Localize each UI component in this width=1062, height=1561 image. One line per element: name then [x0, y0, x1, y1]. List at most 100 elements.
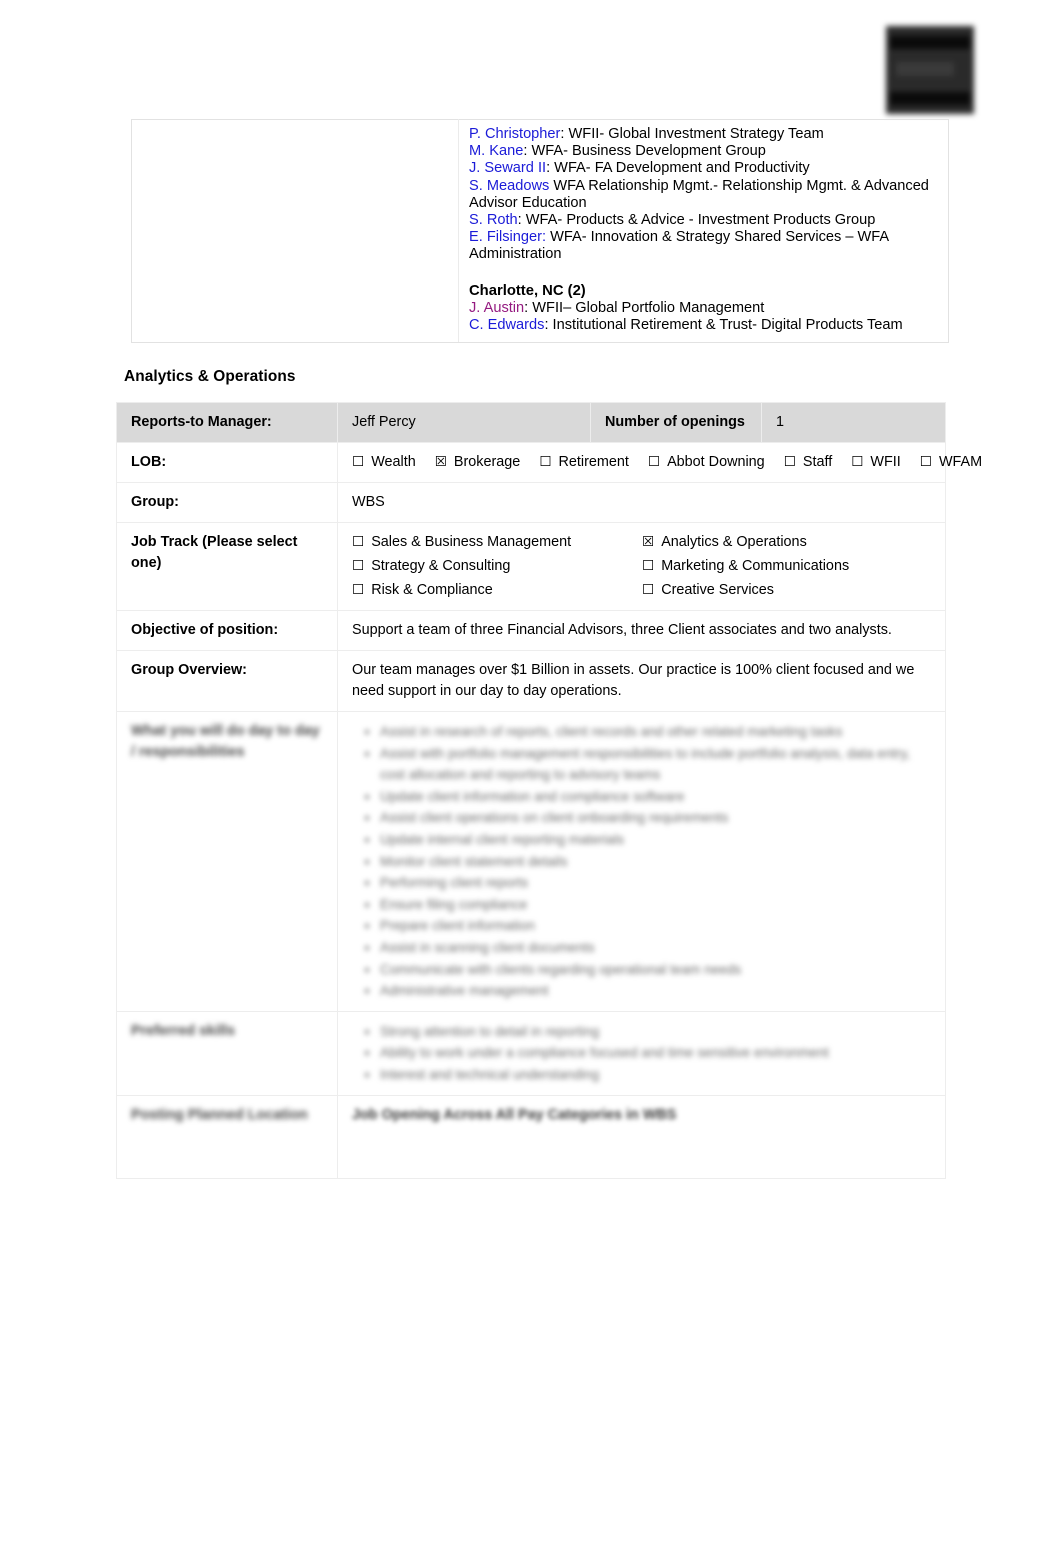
entry-separator: : [546, 160, 555, 177]
checkbox-checked-icon[interactable]: ☒ [642, 535, 654, 550]
list-item: Assist with portfolio management respons… [380, 743, 935, 786]
job-description-table: Reports-to Manager: Jeff Percy Number of… [116, 402, 982, 1179]
checkbox-label: Staff [802, 454, 833, 470]
logo-bar-top [890, 36, 970, 49]
checkbox-icon[interactable]: ☐ [648, 455, 660, 470]
objective-value: Support a team of three Financial Adviso… [337, 610, 946, 651]
entry-desc: WFII- Global Investment Strategy Team [568, 126, 824, 142]
track-checkbox-marketing-communications[interactable]: ☐ Marketing & Communications [642, 556, 935, 577]
checkbox-icon[interactable]: ☐ [352, 535, 364, 550]
job-track-grid: ☐ Sales & Business Management ☒ Analytics … [352, 532, 935, 601]
lob-checkbox-staff[interactable]: ☐ Staff [784, 452, 833, 473]
location-entry: S. Roth: WFA- Products & Advice - Invest… [469, 212, 940, 229]
qualifications-row: Preferred skills Strong attention to det… [116, 1010, 946, 1096]
lob-checkbox-brokerage[interactable]: ☒ Brokerage [435, 452, 521, 473]
entry-separator: : [544, 316, 553, 333]
list-item: Performing client reports [380, 872, 935, 894]
entry-separator: : [517, 212, 526, 229]
group-overview-value: Our team manages over $1 Billion in asse… [337, 650, 946, 712]
lob-checkbox-wfam[interactable]: ☐ WFAM [920, 452, 982, 473]
entry-desc: WFA- Products & Advice - Investment Prod… [525, 212, 876, 229]
posting-location-value-cell: Job Opening Across All Pay Categories in… [337, 1094, 946, 1179]
lob-checkbox-wfii[interactable]: ☐ WFII [851, 452, 901, 473]
responsibilities-row: What you will do day to day / responsibi… [116, 711, 946, 1012]
person-name: J. Austin [469, 299, 525, 316]
qualifications-list: Strong attention to detail in reporting … [342, 1021, 935, 1086]
checkbox-label: Brokerage [453, 454, 521, 470]
checkbox-icon[interactable]: ☐ [352, 583, 364, 598]
location-entry: E. Filsinger: WFA- Innovation & Strategy… [469, 229, 940, 263]
section-heading: Analytics & Operations [124, 368, 296, 385]
checkbox-icon[interactable]: ☐ [539, 455, 551, 470]
checkbox-label: Risk & Compliance [371, 582, 493, 598]
entry-desc: WFA- Business Development Group [531, 143, 766, 160]
checkbox-icon[interactable]: ☐ [642, 583, 654, 598]
lob-checkbox-retirement[interactable]: ☐ Retirement [539, 452, 629, 473]
group-label: Group: [116, 482, 338, 523]
job-track-options-cell: ☐ Sales & Business Management ☒ Analytics … [337, 522, 946, 611]
posting-location-label: Posting Planned Location [116, 1094, 338, 1179]
group-value: WBS [337, 482, 946, 523]
qualifications-label: Preferred skills [116, 1010, 338, 1096]
list-item: Strong attention to detail in reporting [380, 1021, 935, 1043]
group-row: Group: WBS [116, 482, 946, 523]
locations-table: P. Christopher: WFII- Global Investment … [131, 118, 949, 344]
lob-checkbox-wealth[interactable]: ☐ Wealth [352, 452, 416, 473]
entry-desc: WFII– Global Portfolio Management [532, 299, 765, 316]
location-entry: P. Christopher: WFII- Global Investment … [469, 126, 940, 143]
lob-options-cell: ☐ Wealth ☒ Brokerage ☐ Retirement ☐ Abbot Do… [337, 442, 982, 483]
checkbox-label: Sales & Business Management [371, 534, 572, 550]
checkbox-icon[interactable]: ☐ [851, 455, 863, 470]
lob-checkbox-abbot-downing[interactable]: ☐ Abbot Downing [648, 452, 765, 473]
logo-bar-bottom [890, 92, 970, 105]
list-item: Update client information and compliance… [380, 786, 935, 808]
responsibilities-label-text: What you will do day to day / responsibi… [131, 723, 320, 760]
track-checkbox-sales-business-management[interactable]: ☐ Sales & Business Management [352, 532, 642, 553]
track-checkbox-risk-compliance[interactable]: ☐ Risk & Compliance [352, 580, 642, 601]
objective-label: Objective of position: [116, 610, 338, 651]
entry-desc: WFA- FA Development and Productivity [554, 160, 810, 177]
lob-label: LOB: [116, 442, 338, 483]
checkbox-checked-icon[interactable]: ☒ [435, 455, 447, 470]
responsibilities-label: What you will do day to day / responsibi… [116, 711, 338, 1012]
list-item: Assist client operations on client onboa… [380, 807, 935, 829]
city-heading: Charlotte, NC (2) [469, 282, 586, 299]
list-item: Administrative management [380, 980, 935, 1002]
document-page: P. Christopher: WFII- Global Investment … [0, 0, 1062, 1561]
checkbox-label: Retirement [558, 454, 629, 470]
checkbox-icon[interactable]: ☐ [352, 559, 364, 574]
checkbox-label: Wealth [371, 454, 416, 470]
track-checkbox-creative-services[interactable]: ☐ Creative Services [642, 580, 935, 601]
list-item: Prepare client information [380, 915, 935, 937]
locations-right-cell: P. Christopher: WFII- Global Investment … [458, 118, 949, 344]
job-track-label: Job Track (Please select one) [116, 522, 338, 611]
locations-row: P. Christopher: WFII- Global Investment … [131, 118, 949, 344]
responsibilities-list: Assist in research of reports, client re… [342, 721, 935, 1002]
entry-separator: : [560, 126, 569, 142]
redacted-logo-icon [886, 26, 974, 114]
person-name: S. Roth [469, 212, 518, 229]
lob-row: LOB: ☐ Wealth ☒ Brokerage ☐ Retirement ☐ Abb… [116, 442, 982, 483]
checkbox-icon[interactable]: ☐ [920, 455, 932, 470]
track-checkbox-strategy-consulting[interactable]: ☐ Strategy & Consulting [352, 556, 642, 577]
reports-to-label: Reports-to Manager: [116, 402, 338, 443]
posting-location-value: Job Opening Across All Pay Categories in… [352, 1106, 677, 1123]
checkbox-label: Strategy & Consulting [371, 558, 511, 574]
person-name: E. Filsinger: [469, 229, 547, 246]
reports-to-value: Jeff Percy [337, 402, 591, 443]
posting-location-label-text: Posting Planned Location [131, 1106, 308, 1123]
checkbox-label: WFII [870, 454, 901, 470]
list-item: Update internal client reporting materia… [380, 829, 935, 851]
group-overview-label: Group Overview: [116, 650, 338, 712]
qualifications-label-text: Preferred skills [131, 1022, 235, 1039]
checkbox-icon[interactable]: ☐ [642, 559, 654, 574]
checkbox-icon[interactable]: ☐ [352, 455, 364, 470]
track-checkbox-analytics-operations[interactable]: ☒ Analytics & Operations [642, 532, 935, 553]
job-track-row: Job Track (Please select one) ☐ Sales & B… [116, 522, 946, 611]
checkbox-icon[interactable]: ☐ [784, 455, 796, 470]
person-name: S. Meadows [469, 177, 550, 194]
locations-left-cell [131, 118, 459, 344]
list-item: Ensure filing compliance [380, 894, 935, 916]
logo-mid [896, 62, 954, 76]
checkbox-label: Analytics & Operations [661, 534, 807, 550]
